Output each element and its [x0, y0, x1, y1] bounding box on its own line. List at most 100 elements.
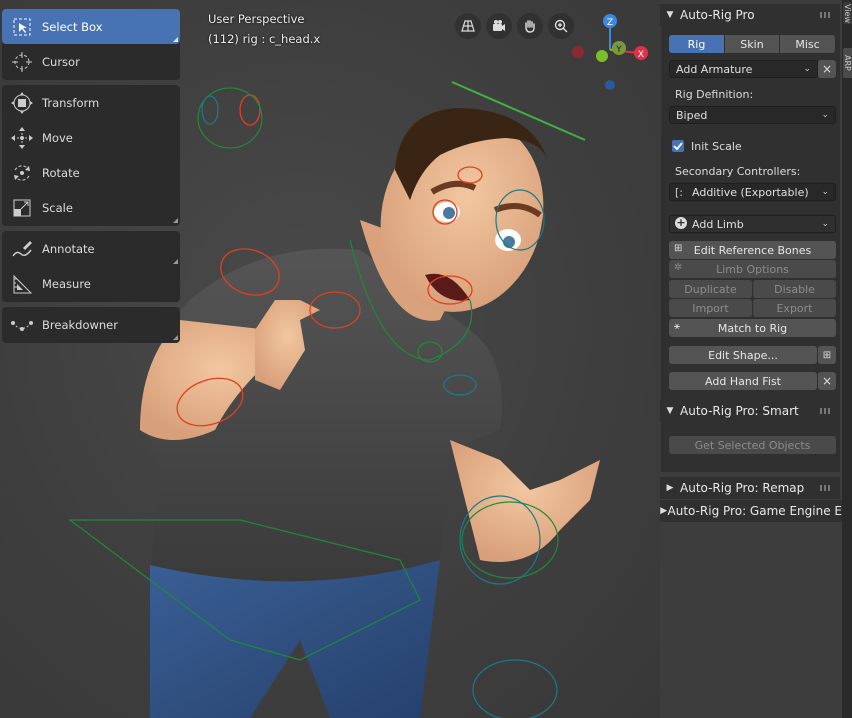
expand-down-icon: ▼	[666, 10, 674, 20]
gizmo-y: Y	[615, 45, 622, 55]
close-icon: ×	[821, 62, 833, 76]
edit-reference-bones-button[interactable]: ⊞ Edit Reference Bones	[669, 241, 836, 259]
secondary-controllers-label: Secondary Controllers:	[675, 165, 801, 178]
toggle-camera-view-icon[interactable]	[455, 13, 481, 39]
sidebar-panel: ▼ Auto-Rig Pro Rig Skin Misc Add Armatur…	[660, 0, 852, 718]
chevron-down-icon: ⌄	[821, 219, 829, 229]
select-box-icon	[2, 9, 42, 44]
tool-scale[interactable]: Scale	[2, 190, 180, 225]
breakdowner-icon	[2, 307, 42, 342]
tool-label: Move	[42, 130, 73, 145]
tool-annotate[interactable]: Annotate	[2, 231, 180, 266]
bracket-icon: [:	[675, 186, 683, 199]
panel-title: Auto-Rig Pro	[680, 8, 755, 22]
tool-label: Breakdowner	[42, 317, 118, 332]
move-icon	[2, 120, 42, 155]
camera-icon[interactable]	[486, 13, 512, 39]
add-icon: +	[675, 216, 687, 229]
expand-down-icon: ▼	[666, 406, 674, 416]
add-limb-dropdown[interactable]: + Add Limb ⌄	[669, 215, 836, 233]
transform-icon	[2, 85, 42, 120]
annotate-icon	[2, 231, 42, 266]
expand-right-icon: ▶	[660, 506, 668, 516]
drag-grip-icon[interactable]	[820, 408, 830, 414]
tool-group-select: Select Box Cursor	[2, 9, 180, 80]
export-button[interactable]: Export	[753, 299, 836, 317]
axis-gizmo[interactable]: Z Y X	[570, 10, 655, 95]
tool-transform[interactable]: Transform	[2, 85, 180, 120]
tab-view[interactable]: View	[843, 2, 852, 24]
tool-move[interactable]: Move	[2, 120, 180, 155]
add-limb-label: Add Limb	[692, 217, 744, 231]
chevron-down-icon: ⌄	[821, 110, 829, 120]
add-armature-label: Add Armature	[676, 62, 753, 76]
tool-label: Cursor	[42, 54, 80, 69]
remap-panel-header[interactable]: ▶ Auto-Rig Pro: Remap	[660, 477, 840, 499]
armature-icon: ⚹	[674, 321, 680, 332]
tool-group-annotate: Annotate Measure	[2, 231, 180, 302]
bones-icon: ⊞	[674, 243, 683, 254]
limb-options-button[interactable]: ✲ Limb Options	[669, 260, 836, 278]
tool-label: Select Box	[42, 19, 103, 34]
tool-label: Measure	[42, 276, 91, 291]
perspective-label: User Perspective	[208, 12, 305, 26]
tool-label: Scale	[42, 200, 73, 215]
remove-hand-fist-button[interactable]: ×	[818, 372, 836, 390]
rig-definition-dropdown[interactable]: Biped ⌄	[669, 106, 836, 124]
button-label: Limb Options	[716, 262, 789, 276]
tool-label: Annotate	[42, 241, 95, 256]
active-object-label: (112) rig : c_head.x	[208, 32, 321, 46]
tool-cursor[interactable]: Cursor	[2, 44, 180, 79]
rig-definition-value: Biped	[676, 108, 708, 122]
init-scale-checkbox[interactable]	[672, 140, 684, 152]
3d-viewport[interactable]: User Perspective (112) rig : c_head.x Z …	[0, 0, 660, 718]
shape-options-button[interactable]: ⊞	[818, 346, 836, 364]
right-arm	[450, 440, 600, 562]
import-button[interactable]: Import	[669, 299, 752, 317]
auto-rig-pro-panel-body	[661, 26, 840, 400]
smart-panel-header[interactable]: ▼ Auto-Rig Pro: Smart	[660, 400, 840, 422]
tab-skin[interactable]: Skin	[725, 35, 779, 53]
expand-right-icon: ▶	[666, 483, 674, 493]
panel-title: Auto-Rig Pro: Remap	[680, 481, 805, 495]
tool-label: Transform	[42, 95, 100, 110]
tab-arp[interactable]: ARP	[843, 48, 852, 78]
auto-rig-pro-header[interactable]: ▼ Auto-Rig Pro	[660, 4, 840, 26]
close-icon: ×	[821, 374, 833, 388]
button-label: Match to Rig	[717, 321, 788, 335]
scale-icon	[2, 190, 42, 225]
rotate-icon	[2, 155, 42, 190]
sidebar-tabs: View ARP	[842, 0, 852, 718]
mirror-shape-icon: ⊞	[822, 349, 832, 361]
gizmo-x: X	[638, 50, 644, 60]
gear-icon: ✲	[674, 262, 683, 273]
pan-hand-icon[interactable]	[517, 13, 543, 39]
game-engine-panel-header[interactable]: ▶ Auto-Rig Pro: Game Engine E	[660, 500, 842, 522]
gizmo-z: Z	[607, 18, 613, 28]
checkmark-icon	[673, 142, 683, 151]
duplicate-button[interactable]: Duplicate	[669, 280, 752, 298]
panel-title: Auto-Rig Pro: Smart	[680, 404, 799, 418]
add-armature-dropdown[interactable]: Add Armature ⌄	[669, 60, 818, 78]
get-selected-objects-button[interactable]: Get Selected Objects	[669, 436, 836, 454]
edit-shape-button[interactable]: Edit Shape...	[669, 346, 817, 364]
tab-rig[interactable]: Rig	[669, 35, 724, 53]
drag-grip-icon[interactable]	[820, 12, 830, 18]
disable-button[interactable]: Disable	[753, 280, 836, 298]
cursor-icon	[2, 44, 42, 79]
tool-select-box[interactable]: Select Box	[2, 9, 180, 44]
tool-group-transform: Transform Move Rotate Scale	[2, 85, 180, 226]
tool-breakdowner[interactable]: Breakdowner	[2, 307, 180, 342]
drag-grip-icon[interactable]	[820, 485, 830, 491]
tool-group-breakdowner: Breakdowner	[2, 307, 180, 343]
tool-rotate[interactable]: Rotate	[2, 155, 180, 190]
secondary-controllers-dropdown[interactable]: [: Additive (Exportable) ⌄	[669, 183, 836, 201]
tab-misc[interactable]: Misc	[780, 35, 835, 53]
panel-title: Auto-Rig Pro: Game Engine E	[667, 504, 842, 518]
rig-definition-label: Rig Definition:	[675, 88, 754, 101]
add-hand-fist-button[interactable]: Add Hand Fist	[669, 372, 817, 390]
init-scale-label: Init Scale	[691, 140, 742, 153]
remove-armature-button[interactable]: ×	[818, 60, 836, 78]
match-to-rig-button[interactable]: ⚹ Match to Rig	[669, 319, 836, 337]
tool-measure[interactable]: Measure	[2, 266, 180, 301]
